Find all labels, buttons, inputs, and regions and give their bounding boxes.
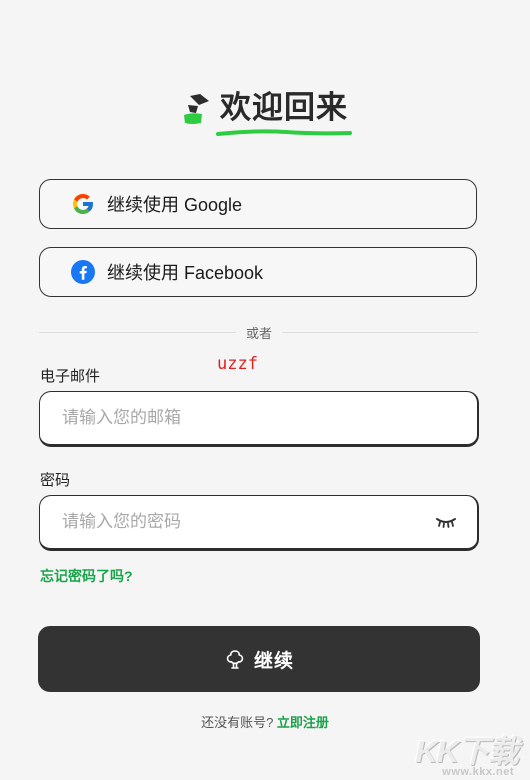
password-field-box[interactable] <box>39 495 479 551</box>
page-header: 欢迎回来 <box>0 86 530 136</box>
watermark-text: uzzf <box>217 354 258 374</box>
google-login-button[interactable]: 继续使用 Google <box>39 179 477 229</box>
site-watermark-logo: KK下载 www.kkx.net <box>396 720 522 780</box>
continue-button-label: 继续 <box>253 650 294 672</box>
divider-line-right <box>282 331 480 333</box>
email-field-box[interactable] <box>39 391 479 447</box>
facebook-icon <box>71 260 95 284</box>
signup-prompt: 还没有账号? <box>201 715 274 730</box>
site-brand-text: KK下载 <box>415 734 519 769</box>
password-label: 密码 <box>40 472 71 489</box>
eye-closed-icon[interactable] <box>435 515 457 529</box>
facebook-button-label: 继续使用 Facebook <box>107 263 264 283</box>
email-input[interactable] <box>60 407 477 429</box>
facebook-login-button[interactable]: 继续使用 Facebook <box>39 247 477 297</box>
site-url-text: www.kkx.net <box>442 766 514 778</box>
brand-logo-icon <box>184 94 209 124</box>
title-wrap: 欢迎回来 <box>216 86 352 136</box>
divider-line-left <box>39 331 236 333</box>
signup-link[interactable]: 立即注册 <box>277 715 329 730</box>
continue-button[interactable]: 继续 <box>38 626 480 692</box>
title-underline <box>216 129 352 136</box>
google-button-label: 继续使用 Google <box>107 195 243 215</box>
tree-icon <box>226 650 244 669</box>
google-icon <box>71 192 95 216</box>
divider-text: 或者 <box>246 325 273 341</box>
or-divider: 或者 <box>39 322 480 342</box>
page-title: 欢迎回来 <box>220 90 348 125</box>
email-label: 电子邮件 <box>40 368 101 385</box>
forgot-password-link[interactable]: 忘记密码了吗? <box>40 566 133 586</box>
password-input[interactable] <box>60 511 435 533</box>
